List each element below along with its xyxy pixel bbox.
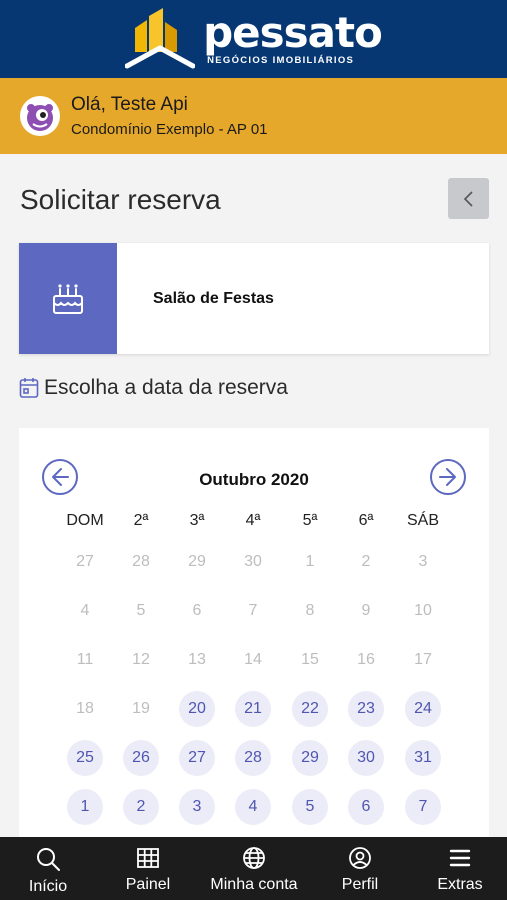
calendar-day-disabled: 12 — [132, 651, 150, 668]
calendar-day-disabled: 7 — [248, 602, 258, 619]
menu-icon — [449, 849, 471, 867]
user-unit: Condomínio Exemplo - AP 01 — [71, 121, 268, 138]
nav-item-painel[interactable]: Painel — [100, 837, 196, 900]
buildings-logo-icon — [125, 8, 196, 69]
calendar-day-disabled: 10 — [414, 602, 432, 619]
calendar-day-available[interactable]: 28 — [235, 740, 271, 776]
calendar-day-available[interactable]: 20 — [179, 691, 215, 727]
nav-label: Minha conta — [210, 876, 298, 893]
calendar-day-available[interactable]: 1 — [67, 789, 103, 825]
weekday-label: 4ª — [245, 512, 261, 529]
user-bar: Olá, Teste Api Condomínio Exemplo - AP 0… — [0, 78, 507, 154]
calendar-day-disabled: 16 — [357, 651, 375, 668]
calendar-day-disabled: 2 — [361, 553, 371, 570]
calendar-day-available[interactable]: 27 — [179, 740, 215, 776]
weekday-label: 2ª — [133, 512, 149, 529]
bottom-nav: Início Painel Minha conta Perfil Extras — [0, 837, 507, 900]
nav-item-perfil[interactable]: Perfil — [312, 837, 408, 900]
calendar-day-disabled: 27 — [76, 553, 94, 570]
weekday-label: DOM — [66, 512, 104, 529]
chevron-left-icon — [463, 190, 473, 207]
nav-label: Perfil — [341, 876, 379, 893]
calendar-day-disabled: 19 — [132, 700, 150, 717]
calendar-day-available[interactable]: 30 — [348, 740, 384, 776]
calendar-day-available[interactable]: 22 — [292, 691, 328, 727]
weekday-header: DOM 2ª 3ª 4ª 5ª 6ª SÁB — [19, 512, 489, 536]
calendar-day-disabled: 13 — [188, 651, 206, 668]
calendar-day-disabled: 1 — [305, 553, 315, 570]
top-header: pessato NEGÓCIOS IMOBILIÁRIOS — [0, 0, 507, 78]
calendar-day-available[interactable]: 25 — [67, 740, 103, 776]
calendar-day-available[interactable]: 3 — [179, 789, 215, 825]
nav-label: Extras — [437, 876, 483, 893]
calendar-day-disabled: 14 — [244, 651, 262, 668]
next-month-button[interactable] — [429, 458, 467, 496]
brand-tagline: NEGÓCIOS IMOBILIÁRIOS — [207, 55, 355, 67]
calendar-day-available[interactable]: 24 — [405, 691, 441, 727]
nav-label: Painel — [125, 876, 171, 893]
calendar-day-disabled: 5 — [136, 602, 146, 619]
search-icon — [37, 848, 60, 871]
brand-name: pessato — [203, 8, 383, 58]
calendar-day-disabled: 6 — [192, 602, 202, 619]
calendar-day-disabled: 15 — [301, 651, 319, 668]
calendar-day-available[interactable]: 26 — [123, 740, 159, 776]
calendar-icon — [19, 378, 39, 398]
calendar-day-disabled: 9 — [361, 602, 371, 619]
calendar-day-available[interactable]: 5 — [292, 789, 328, 825]
calendar-day-disabled: 3 — [418, 553, 428, 570]
calendar-day-disabled: 29 — [188, 553, 206, 570]
weekday-label: 3ª — [189, 512, 205, 529]
main-content: Solicitar reserva Salão de Festas Escolh… — [0, 154, 507, 837]
weekday-label: 5ª — [302, 512, 318, 529]
monster-avatar-icon — [27, 104, 53, 131]
calendar: Outubro 2020 DOM 2ª 3ª 4ª 5ª 6ª SÁB 27 28 29 30 1 2… — [19, 428, 489, 837]
calendar-day-available[interactable]: 6 — [348, 789, 384, 825]
calendar-day-disabled: 4 — [80, 602, 90, 619]
page-title: Solicitar reserva — [20, 184, 221, 215]
avatar[interactable] — [20, 96, 60, 136]
user-circle-icon — [349, 847, 371, 869]
calendar-day-disabled: 8 — [305, 602, 315, 619]
nav-item-inicio[interactable]: Início — [0, 837, 96, 900]
calendar-day-available[interactable]: 21 — [235, 691, 271, 727]
grid-icon — [137, 848, 159, 868]
room-card[interactable]: Salão de Festas — [19, 243, 489, 354]
choose-date-heading: Escolha a data da reserva — [19, 376, 288, 400]
weekday-label: SÁB — [406, 512, 439, 529]
choose-date-label: Escolha a data da reserva — [44, 376, 288, 399]
room-icon-box — [19, 243, 117, 354]
calendar-day-available[interactable]: 31 — [405, 740, 441, 776]
brand-logo: pessato NEGÓCIOS IMOBILIÁRIOS — [125, 8, 383, 70]
calendar-day-available[interactable]: 4 — [235, 789, 271, 825]
user-greeting: Olá, Teste Api — [71, 94, 188, 115]
weekday-label: 6ª — [358, 512, 374, 529]
nav-label: Início — [28, 878, 68, 895]
globe-icon — [243, 847, 265, 869]
calendar-day-disabled: 28 — [132, 553, 150, 570]
back-button[interactable] — [448, 178, 489, 219]
cake-icon — [53, 283, 83, 314]
nav-item-minha-conta[interactable]: Minha conta — [206, 837, 302, 900]
nav-item-extras[interactable]: Extras — [412, 837, 507, 900]
calendar-day-disabled: 11 — [76, 651, 94, 668]
calendar-day-disabled: 30 — [244, 553, 262, 570]
room-name: Salão de Festas — [153, 289, 274, 307]
month-label: Outubro 2020 — [199, 470, 309, 489]
calendar-day-disabled: 17 — [414, 651, 432, 668]
calendar-day-available[interactable]: 23 — [348, 691, 384, 727]
calendar-day-available[interactable]: 29 — [292, 740, 328, 776]
calendar-day-disabled: 18 — [76, 700, 94, 717]
arrow-right-circle-icon — [430, 459, 466, 495]
calendar-day-available[interactable]: 2 — [123, 789, 159, 825]
calendar-day-available[interactable]: 7 — [405, 789, 441, 825]
